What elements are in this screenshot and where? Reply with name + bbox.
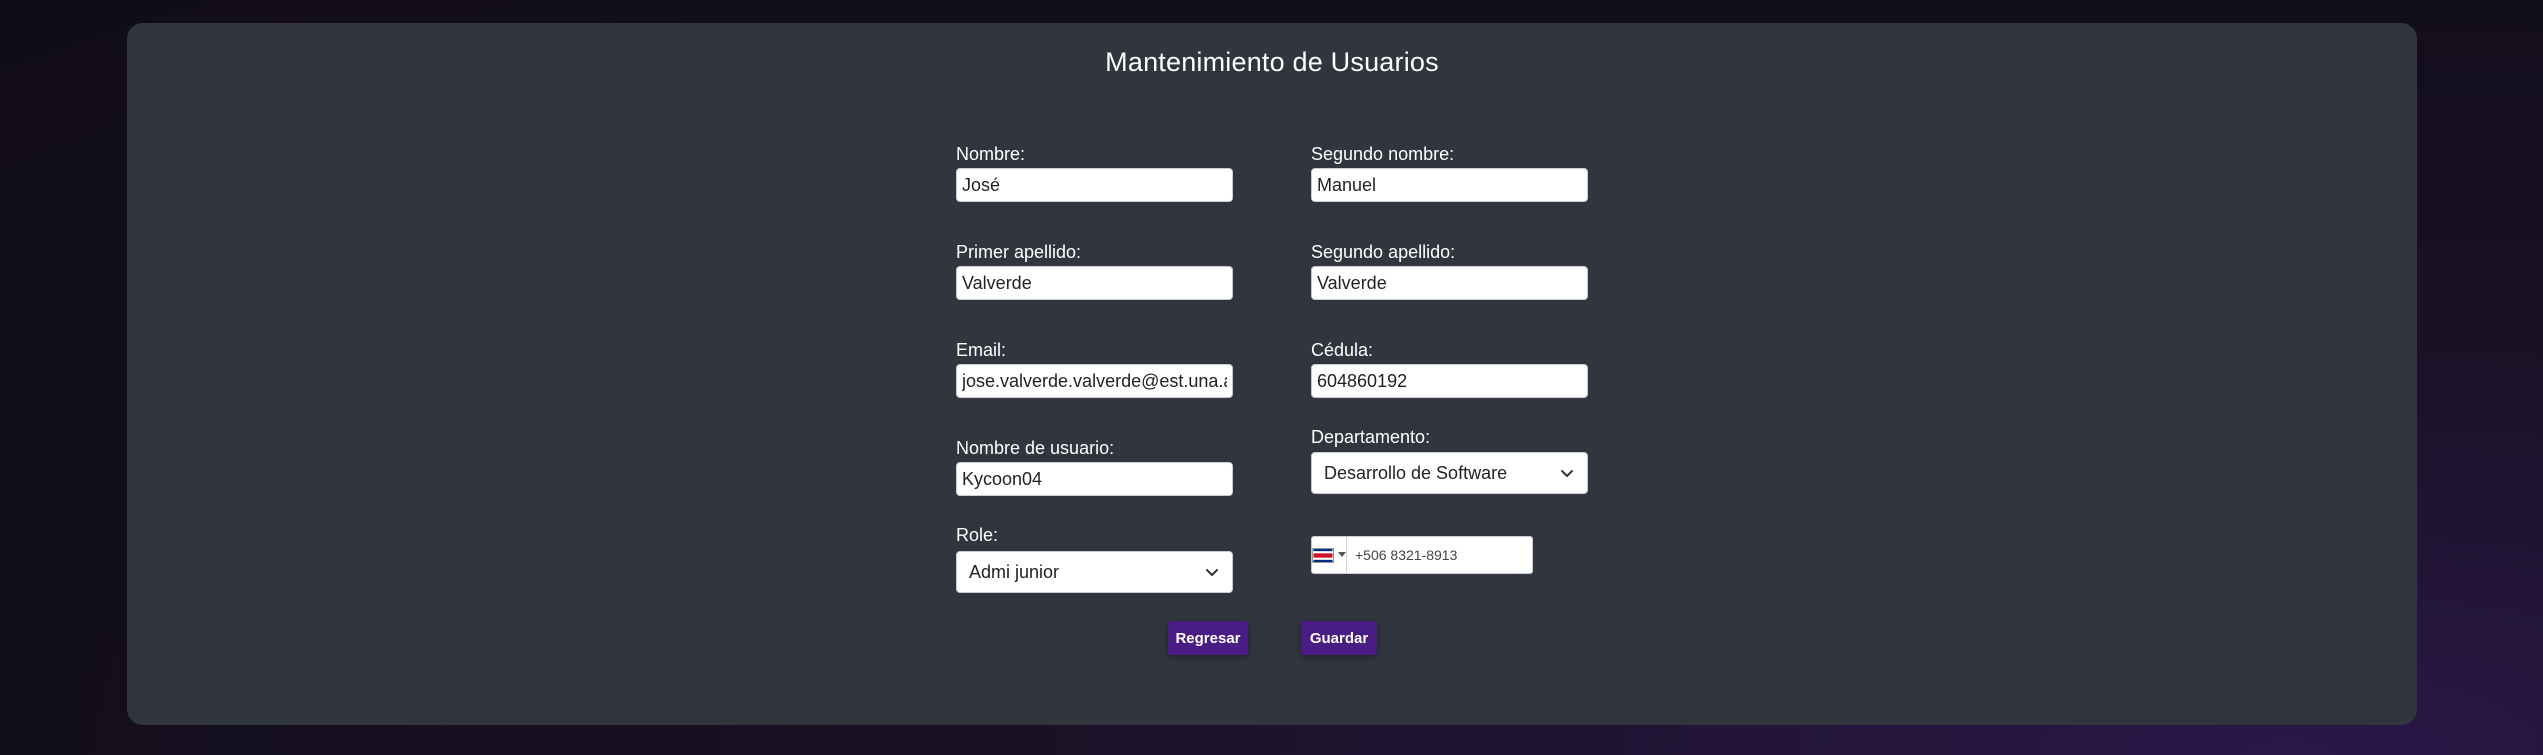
nombre-field[interactable] bbox=[956, 168, 1233, 202]
primer-apellido-field[interactable] bbox=[956, 266, 1233, 300]
segundo-nombre-label: Segundo nombre: bbox=[1311, 144, 1455, 164]
departamento-label: Departamento: bbox=[1311, 427, 1431, 447]
departamento-selected-value: Desarrollo de Software bbox=[1324, 462, 1508, 483]
role-selected-value: Admi junior bbox=[969, 561, 1060, 582]
usuario-label: Nombre de usuario: bbox=[956, 438, 1115, 458]
user-maintenance-card: Mantenimiento de Usuarios Nombre: Segund… bbox=[127, 23, 2417, 725]
page-title: Mantenimiento de Usuarios bbox=[1105, 47, 1439, 77]
costa-rica-flag-icon bbox=[1312, 547, 1334, 563]
country-code-select[interactable] bbox=[1312, 537, 1347, 573]
role-label: Role: bbox=[956, 525, 999, 545]
regresar-button[interactable]: Regresar bbox=[1168, 621, 1248, 655]
chevron-down-icon bbox=[1561, 470, 1573, 477]
usuario-field[interactable] bbox=[956, 462, 1233, 496]
segundo-nombre-field[interactable] bbox=[1311, 168, 1588, 202]
nombre-label: Nombre: bbox=[956, 144, 1026, 164]
caret-down-icon bbox=[1338, 552, 1346, 557]
guardar-button[interactable]: Guardar bbox=[1301, 621, 1377, 655]
phone-input[interactable] bbox=[1347, 537, 1533, 573]
cedula-field[interactable] bbox=[1311, 364, 1588, 398]
email-label: Email: bbox=[956, 340, 1007, 360]
departamento-select[interactable]: Desarrollo de Software bbox=[1311, 452, 1588, 494]
role-select[interactable]: Admi junior bbox=[956, 551, 1233, 593]
cedula-label: Cédula: bbox=[1311, 340, 1374, 360]
phone-field bbox=[1311, 536, 1533, 574]
segundo-apellido-field[interactable] bbox=[1311, 266, 1588, 300]
primer-apellido-label: Primer apellido: bbox=[956, 242, 1082, 262]
chevron-down-icon bbox=[1206, 569, 1218, 576]
segundo-apellido-label: Segundo apellido: bbox=[1311, 242, 1456, 262]
email-field[interactable] bbox=[956, 364, 1233, 398]
